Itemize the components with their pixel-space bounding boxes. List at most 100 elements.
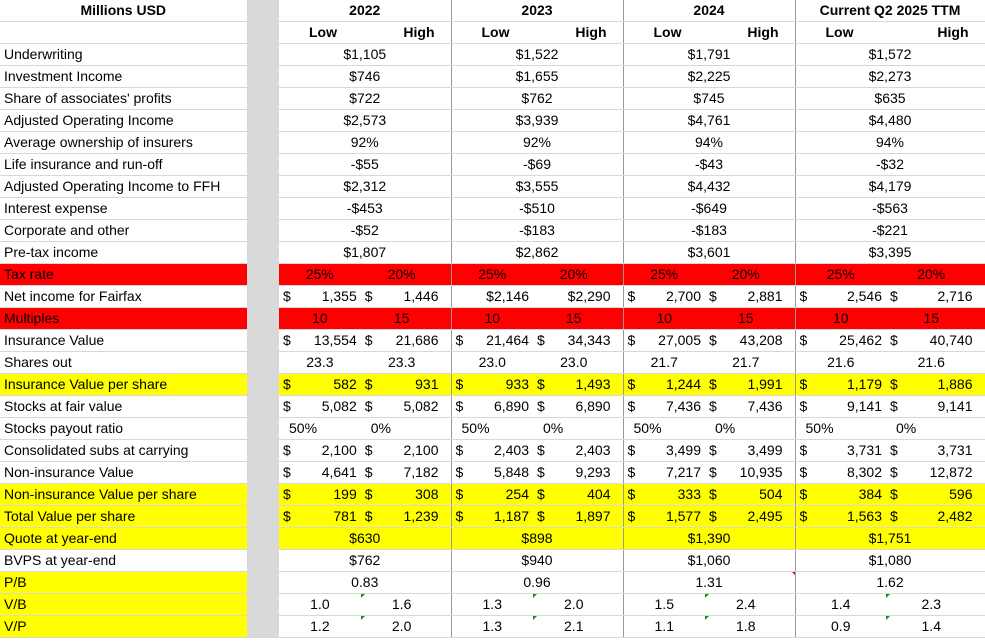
- value-cell-2024[interactable]: $3,499 $3,499: [623, 439, 796, 462]
- row-label-cell[interactable]: Adjusted Operating Income to FFH: [0, 175, 248, 198]
- row-label-cell[interactable]: Net income for Fairfax: [0, 285, 248, 308]
- value-cell-2024[interactable]: -$183: [623, 219, 796, 242]
- value-cell-ttm[interactable]: 1.62: [795, 571, 985, 594]
- low-high-header-2022[interactable]: Low High: [279, 21, 452, 44]
- value-cell-2024[interactable]: $4,432: [623, 175, 796, 198]
- value-cell-ttm[interactable]: -$221: [795, 219, 985, 242]
- value-cell-2022[interactable]: $630: [279, 527, 452, 550]
- value-cell-ttm[interactable]: -$32: [795, 153, 985, 176]
- value-cell-2022[interactable]: $582 $931: [279, 373, 452, 396]
- value-cell-2022[interactable]: 50% 0%: [279, 417, 452, 440]
- value-cell-2024[interactable]: $3,601: [623, 241, 796, 264]
- value-cell-ttm[interactable]: $1,572: [795, 43, 985, 66]
- year-2023-header[interactable]: 2023: [451, 0, 624, 22]
- value-cell-2024[interactable]: $27,005 $43,208: [623, 329, 796, 352]
- value-cell-2022[interactable]: $2,573: [279, 109, 452, 132]
- value-cell-ttm[interactable]: $4,179: [795, 175, 985, 198]
- value-cell-2023[interactable]: 1.3 2.1: [451, 615, 624, 638]
- value-cell-ttm[interactable]: $635: [795, 87, 985, 110]
- value-cell-2024[interactable]: 1.5 2.4: [623, 593, 796, 616]
- value-cell-2022[interactable]: 23.3 23.3: [279, 351, 452, 374]
- row-label-cell[interactable]: Pre-tax income: [0, 241, 248, 264]
- value-cell-2022[interactable]: -$52: [279, 219, 452, 242]
- value-cell-2023[interactable]: 25% 20%: [451, 263, 624, 286]
- value-cell-2024[interactable]: $2,225: [623, 65, 796, 88]
- value-cell-2023[interactable]: $762: [451, 87, 624, 110]
- value-cell-2022[interactable]: $722: [279, 87, 452, 110]
- value-cell-2022[interactable]: $1,807: [279, 241, 452, 264]
- value-cell-2023[interactable]: $940: [451, 549, 624, 572]
- value-cell-2023[interactable]: -$510: [451, 197, 624, 220]
- year-2024-header[interactable]: 2024: [623, 0, 796, 22]
- value-cell-2022[interactable]: $762: [279, 549, 452, 572]
- row-label-cell[interactable]: Shares out: [0, 351, 248, 374]
- value-cell-ttm[interactable]: $3,731 $3,731: [795, 439, 985, 462]
- value-cell-2024[interactable]: $4,761: [623, 109, 796, 132]
- value-cell-2024[interactable]: -$43: [623, 153, 796, 176]
- value-cell-ttm[interactable]: 10 15: [795, 307, 985, 330]
- value-cell-ttm[interactable]: 1.4 2.3: [795, 593, 985, 616]
- row-label-cell[interactable]: Tax rate: [0, 263, 248, 286]
- value-cell-2023[interactable]: 23.0 23.0: [451, 351, 624, 374]
- value-cell-2023[interactable]: 10 15: [451, 307, 624, 330]
- value-cell-2024[interactable]: -$649: [623, 197, 796, 220]
- value-cell-2024[interactable]: $7,217 $10,935: [623, 461, 796, 484]
- value-cell-2022[interactable]: $13,554 $21,686: [279, 329, 452, 352]
- row-label-cell[interactable]: BVPS at year-end: [0, 549, 248, 572]
- value-cell-2022[interactable]: 1.0 1.6: [279, 593, 452, 616]
- value-cell-2022[interactable]: 0.83: [279, 571, 452, 594]
- value-cell-2024[interactable]: $1,577 $2,495: [623, 505, 796, 528]
- value-cell-2022[interactable]: $1,105: [279, 43, 452, 66]
- row-label-cell[interactable]: Non-insurance Value per share: [0, 483, 248, 506]
- value-cell-2022[interactable]: $5,082 $5,082: [279, 395, 452, 418]
- value-cell-ttm[interactable]: 50% 0%: [795, 417, 985, 440]
- value-cell-2024[interactable]: 25% 20%: [623, 263, 796, 286]
- value-cell-ttm[interactable]: $1,563 $2,482: [795, 505, 985, 528]
- row-label-cell[interactable]: V/P: [0, 615, 248, 638]
- row-label-cell[interactable]: Total Value per share: [0, 505, 248, 528]
- value-cell-2023[interactable]: $2,146 $2,290: [451, 285, 624, 308]
- value-cell-ttm[interactable]: $1,179 $1,886: [795, 373, 985, 396]
- header-label-cell[interactable]: Millions USD: [0, 0, 248, 22]
- value-cell-2022[interactable]: $746: [279, 65, 452, 88]
- value-cell-2024[interactable]: 10 15: [623, 307, 796, 330]
- value-cell-ttm[interactable]: $3,395: [795, 241, 985, 264]
- value-cell-2024[interactable]: 21.7 21.7: [623, 351, 796, 374]
- value-cell-2023[interactable]: 50% 0%: [451, 417, 624, 440]
- row-label-cell[interactable]: Stocks at fair value: [0, 395, 248, 418]
- value-cell-2022[interactable]: $781 $1,239: [279, 505, 452, 528]
- value-cell-ttm[interactable]: $1,080: [795, 549, 985, 572]
- row-label-cell[interactable]: Underwriting: [0, 43, 248, 66]
- row-label-cell[interactable]: Investment Income: [0, 65, 248, 88]
- value-cell-2023[interactable]: 1.3 2.0: [451, 593, 624, 616]
- value-cell-2024[interactable]: 1.1 1.8: [623, 615, 796, 638]
- low-high-header-ttm[interactable]: Low High: [795, 21, 985, 44]
- value-cell-2022[interactable]: 92%: [279, 131, 452, 154]
- value-cell-2022[interactable]: $4,641 $7,182: [279, 461, 452, 484]
- value-cell-2022[interactable]: 1.2 2.0: [279, 615, 452, 638]
- row-label-cell[interactable]: Life insurance and run-off: [0, 153, 248, 176]
- value-cell-2023[interactable]: $1,655: [451, 65, 624, 88]
- value-cell-2023[interactable]: -$183: [451, 219, 624, 242]
- value-cell-2024[interactable]: $745: [623, 87, 796, 110]
- value-cell-2024[interactable]: $2,700 $2,881: [623, 285, 796, 308]
- empty-label-cell[interactable]: [0, 21, 248, 44]
- row-label-cell[interactable]: Insurance Value: [0, 329, 248, 352]
- value-cell-2023[interactable]: $21,464 $34,343: [451, 329, 624, 352]
- row-label-cell[interactable]: P/B: [0, 571, 248, 594]
- value-cell-2023[interactable]: $2,403 $2,403: [451, 439, 624, 462]
- year-2022-header[interactable]: 2022: [279, 0, 452, 22]
- row-label-cell[interactable]: Quote at year-end: [0, 527, 248, 550]
- value-cell-ttm[interactable]: $2,546 $2,716: [795, 285, 985, 308]
- value-cell-2024[interactable]: $1,244 $1,991: [623, 373, 796, 396]
- value-cell-ttm[interactable]: 25% 20%: [795, 263, 985, 286]
- value-cell-ttm[interactable]: 21.6 21.6: [795, 351, 985, 374]
- year-ttm-header[interactable]: Current Q2 2025 TTM: [795, 0, 985, 22]
- spreadsheet-grid[interactable]: Millions USD 2022 2023 2024 Current Q2 2…: [0, 0, 985, 638]
- value-cell-2023[interactable]: $3,939: [451, 109, 624, 132]
- value-cell-2024[interactable]: $1,060: [623, 549, 796, 572]
- value-cell-ttm[interactable]: $2,273: [795, 65, 985, 88]
- value-cell-ttm[interactable]: $8,302 $12,872: [795, 461, 985, 484]
- low-high-header-2023[interactable]: Low High: [451, 21, 624, 44]
- value-cell-ttm[interactable]: 94%: [795, 131, 985, 154]
